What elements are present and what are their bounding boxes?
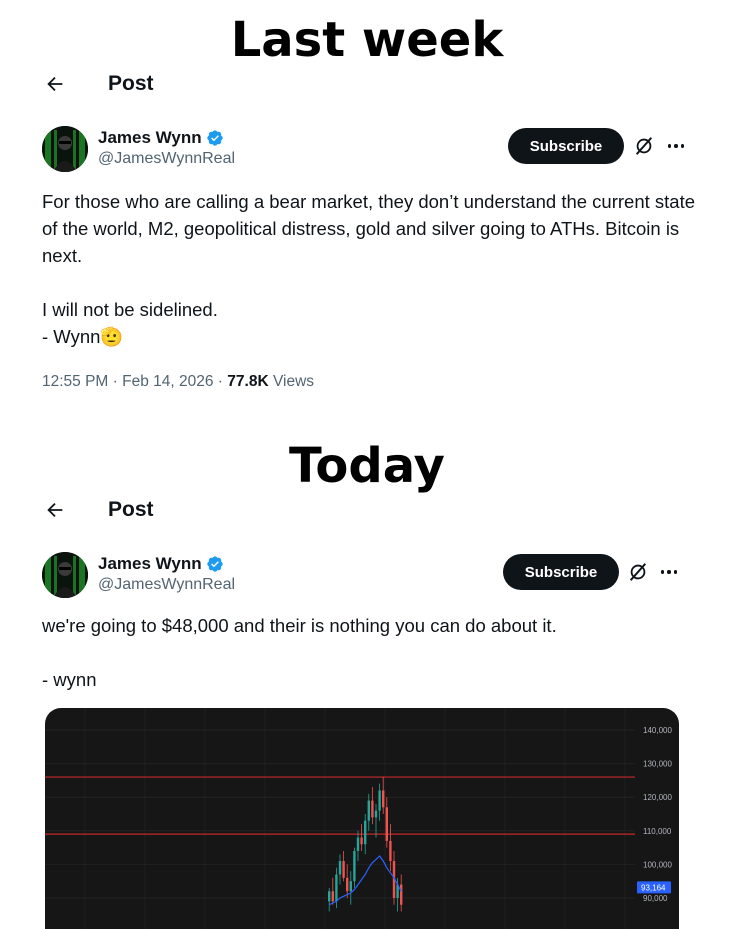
more-options-icon[interactable]: [664, 134, 688, 158]
candle-body: [338, 861, 342, 875]
candle-body: [367, 800, 370, 821]
candle-body: [389, 840, 392, 862]
author-handle[interactable]: @JamesWynnReal: [98, 150, 235, 168]
more-options-icon[interactable]: [657, 560, 681, 584]
author-handle[interactable]: @JamesWynnReal: [98, 576, 235, 594]
heading-today: Today: [289, 438, 445, 494]
author-name[interactable]: James Wynn: [98, 554, 224, 574]
post-text: we're going to $48,000 and their is noth…: [42, 615, 557, 690]
views-count: 77.8K: [227, 373, 269, 390]
verified-badge-icon: [206, 556, 223, 572]
grok-icon[interactable]: [633, 135, 655, 157]
author-row: James Wynn @JamesWynnReal Subscribe: [42, 126, 692, 174]
post-meta: 12:55 PM · Feb 14, 2026 · 77.8K Views: [42, 373, 315, 390]
post-header: Post: [40, 68, 154, 100]
candle-body: [356, 837, 360, 851]
back-arrow-icon[interactable]: [40, 69, 70, 99]
heading-last-week: Last week: [230, 12, 504, 68]
y-tick-label: 130,000: [643, 760, 672, 769]
candle-body: [364, 820, 367, 845]
candle-body: [400, 884, 403, 905]
author-name[interactable]: James Wynn: [98, 128, 224, 148]
post-header-title: Post: [108, 498, 154, 521]
candle-body: [346, 877, 349, 892]
views-label: Views: [272, 373, 315, 390]
candle-body: [349, 881, 352, 892]
y-tick-label: 90,000: [643, 894, 668, 903]
price-badge-label: 93,164: [641, 883, 666, 892]
candle-body: [342, 861, 345, 878]
candle-body: [331, 891, 334, 902]
candle-body: [328, 891, 331, 902]
chart-image[interactable]: 140,000 130,000 120,000 110,000 100,000 90,00…: [45, 708, 679, 929]
candle-body: [374, 810, 378, 818]
author-row: James Wynn @JamesWynnReal Subscribe: [42, 552, 692, 600]
y-tick-label: 120,000: [643, 793, 672, 802]
subscribe-button[interactable]: Subscribe: [503, 554, 619, 590]
post-header-title: Post: [108, 72, 154, 95]
price-chart: 140,000 130,000 120,000 110,000 100,000 90,00…: [45, 708, 672, 929]
y-tick-label: 140,000: [643, 726, 672, 735]
back-arrow-icon[interactable]: [40, 495, 70, 525]
avatar[interactable]: [42, 552, 88, 598]
y-tick-label: 100,000: [643, 860, 672, 869]
post-time[interactable]: 12:55 PM: [42, 373, 108, 390]
candle-body: [360, 837, 363, 845]
candle-body: [371, 800, 374, 818]
candle-body: [378, 790, 381, 811]
avatar[interactable]: [42, 126, 88, 172]
y-tick-label: 110,000: [643, 827, 672, 836]
candle-body: [335, 874, 338, 902]
author-name-text[interactable]: James Wynn: [98, 128, 202, 148]
post-text: For those who are calling a bear market,…: [42, 191, 696, 347]
grok-icon[interactable]: [627, 561, 649, 583]
subscribe-button[interactable]: Subscribe: [508, 128, 624, 164]
candle-body: [353, 850, 356, 882]
author-name-text[interactable]: James Wynn: [98, 554, 202, 574]
candle-body: [382, 790, 385, 808]
candle-body: [385, 807, 388, 841]
post-header: Post: [40, 494, 154, 526]
verified-badge-icon: [206, 130, 223, 146]
post-date[interactable]: Feb 14, 2026: [122, 373, 213, 390]
